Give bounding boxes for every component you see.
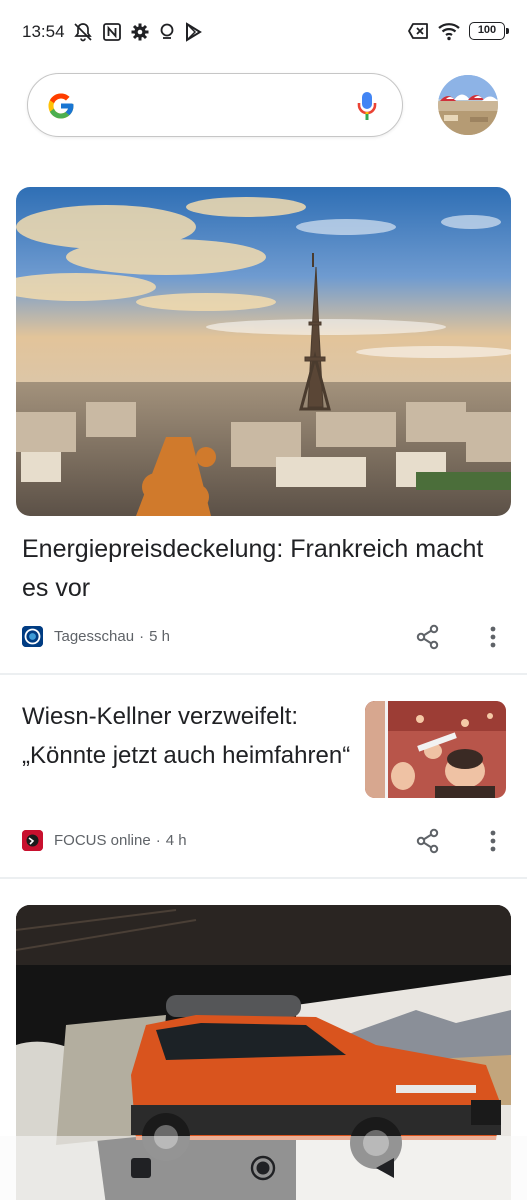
separator-dot: · (139, 627, 145, 645)
tagesschau-logo-icon (22, 625, 43, 647)
more-vertical-icon[interactable] (490, 830, 496, 852)
article-title[interactable]: Wiesn-Kellner verzweifelt: „Könnte jetzt… (22, 697, 352, 775)
google-g-icon (46, 91, 76, 121)
location-icon (158, 22, 176, 42)
play-store-icon (184, 22, 202, 42)
article-source-row: FOCUS online · 4 h (22, 828, 187, 852)
divider (0, 673, 527, 675)
share-icon[interactable] (415, 624, 441, 650)
article-title[interactable]: Energiepreisdeckelung: Frankreich macht … (22, 530, 502, 608)
status-bar: 13:54 100 (0, 0, 527, 66)
back-triangle-icon[interactable] (374, 1156, 396, 1180)
gear-icon (130, 22, 150, 42)
navigation-bar (0, 1136, 527, 1200)
recents-square-icon[interactable] (131, 1158, 151, 1178)
article-time: 5 h (149, 627, 170, 645)
more-vertical-icon[interactable] (490, 626, 496, 648)
nfc-icon (102, 22, 122, 42)
status-time: 13:54 (22, 22, 65, 41)
wifi-icon (437, 21, 461, 41)
battery-icon: 100 (469, 22, 509, 40)
share-icon[interactable] (415, 828, 441, 854)
focus-online-logo-icon (22, 829, 43, 851)
status-icons-right: 100 (407, 21, 509, 41)
article-image-eiffel-tower[interactable] (16, 187, 511, 516)
status-icons-left (72, 21, 202, 43)
bell-muted-icon (72, 21, 94, 43)
separator-dot: · (155, 831, 161, 849)
article-source-name: FOCUS online (54, 831, 151, 849)
home-circle-icon[interactable] (250, 1155, 276, 1181)
divider (0, 877, 527, 879)
no-sim-icon (407, 22, 429, 40)
article-time: 4 h (165, 831, 187, 849)
avatar[interactable] (438, 75, 498, 135)
search-bar[interactable] (27, 73, 403, 137)
article-source-name: Tagesschau (54, 627, 135, 645)
article-thumbnail[interactable] (365, 701, 506, 798)
mic-icon[interactable] (356, 90, 378, 122)
article-source-row: Tagesschau · 5 h (22, 624, 170, 648)
